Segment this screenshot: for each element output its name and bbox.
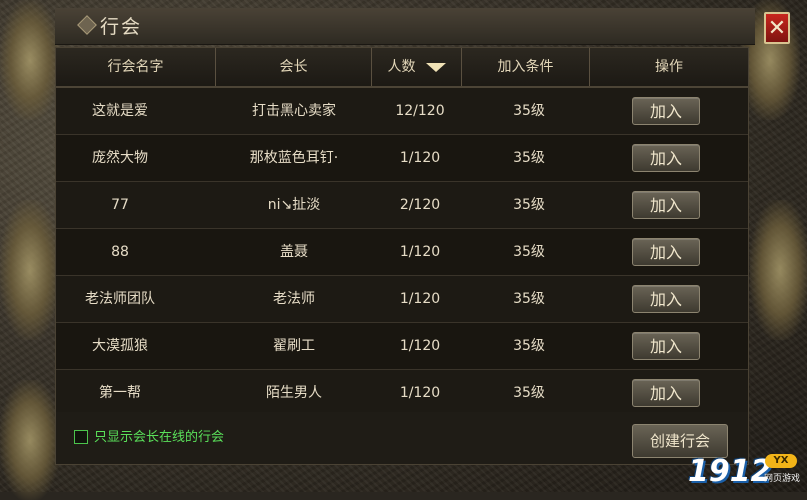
members-cell: 2/120: [399, 197, 441, 213]
leader-cell: 盖聂: [280, 244, 308, 260]
site-watermark-logo: 1912 YX 网页游戏: [688, 452, 806, 490]
requirement-cell: 35级: [513, 291, 545, 307]
header-members[interactable]: 人数: [372, 48, 462, 86]
leader-cell: 老法师: [273, 291, 315, 307]
watermark-subtitle: 网页游戏: [764, 474, 801, 484]
table-header: 行会名字 会长 人数 加入条件 操作: [56, 48, 748, 88]
dragon-ornament-bottom-left-icon: [0, 380, 60, 500]
guild-name-cell: 77: [111, 197, 129, 213]
watermark-number: 1912: [688, 454, 772, 489]
leader-cell: 那枚蓝色耳钉·: [249, 150, 339, 166]
join-button[interactable]: 加入: [632, 379, 700, 407]
members-cell: 1/120: [399, 338, 441, 354]
requirement-cell: 35级: [513, 150, 545, 166]
members-cell: 12/120: [395, 103, 445, 119]
watermark-badge: YX: [765, 454, 797, 468]
close-icon: ✕: [767, 16, 787, 41]
title-bar: [55, 8, 755, 45]
requirement-cell: 35级: [513, 338, 545, 354]
table-row[interactable]: 庞然大物 那枚蓝色耳钉· 1/120 35级 加入: [56, 135, 748, 182]
table-row[interactable]: 老法师团队 老法师 1/120 35级 加入: [56, 276, 748, 323]
join-button[interactable]: 加入: [632, 191, 700, 219]
members-cell: 1/120: [399, 244, 441, 260]
join-button[interactable]: 加入: [632, 332, 700, 360]
window-title: 行会: [100, 16, 143, 38]
requirement-cell: 35级: [513, 197, 545, 213]
header-members-label: 人数: [387, 59, 416, 75]
guild-name-cell: 这就是爱: [92, 103, 148, 119]
guild-name-cell: 大漠孤狼: [92, 338, 148, 354]
members-cell: 1/120: [399, 385, 441, 401]
table-row[interactable]: 大漠孤狼 翟刷工 1/120 35级 加入: [56, 323, 748, 370]
members-cell: 1/120: [399, 291, 441, 307]
table-row[interactable]: 第一帮 陌生男人 1/120 35级 加入: [56, 370, 748, 417]
guild-list-panel: 行会名字 会长 人数 加入条件 操作 这就是爱 打击黑心卖家 12/120 35…: [55, 47, 749, 417]
requirement-cell: 35级: [513, 103, 545, 119]
join-button[interactable]: 加入: [632, 144, 700, 172]
table-row[interactable]: 这就是爱 打击黑心卖家 12/120 35级 加入: [56, 88, 748, 135]
leader-cell: ni↘扯淡: [267, 197, 321, 213]
footer-bar: 只显示会长在线的行会 创建行会: [55, 412, 749, 465]
guild-name-cell: 第一帮: [99, 385, 141, 401]
header-requirement[interactable]: 加入条件: [462, 48, 590, 86]
join-button[interactable]: 加入: [632, 97, 700, 125]
table-row[interactable]: 77 ni↘扯淡 2/120 35级 加入: [56, 182, 748, 229]
sort-desc-triangle-icon: [425, 62, 446, 72]
leader-cell: 陌生男人: [266, 385, 322, 401]
requirement-cell: 35级: [513, 385, 545, 401]
join-button[interactable]: 加入: [632, 238, 700, 266]
members-cell: 1/120: [399, 150, 441, 166]
header-leader[interactable]: 会长: [216, 48, 372, 86]
join-button[interactable]: 加入: [632, 285, 700, 313]
leader-cell: 打击黑心卖家: [252, 103, 336, 119]
requirement-cell: 35级: [513, 244, 545, 260]
header-action: 操作: [655, 59, 683, 75]
dragon-ornament-right-icon: [750, 200, 807, 340]
guild-name-cell: 88: [111, 244, 129, 260]
dragon-ornament-top-left-icon: [0, 0, 60, 120]
online-leader-filter-checkbox[interactable]: [74, 430, 88, 444]
table-row[interactable]: 88 盖聂 1/120 35级 加入: [56, 229, 748, 276]
header-guild-name[interactable]: 行会名字: [56, 48, 216, 86]
dragon-ornament-left-icon: [0, 200, 60, 340]
table-body: 这就是爱 打击黑心卖家 12/120 35级 加入 庞然大物 那枚蓝色耳钉· 1…: [56, 88, 748, 417]
guild-name-cell: 庞然大物: [92, 150, 148, 166]
leader-cell: 翟刷工: [273, 338, 315, 354]
online-leader-filter-label[interactable]: 只显示会长在线的行会: [94, 426, 224, 445]
guild-name-cell: 老法师团队: [85, 291, 155, 307]
close-button[interactable]: ✕: [764, 12, 790, 44]
